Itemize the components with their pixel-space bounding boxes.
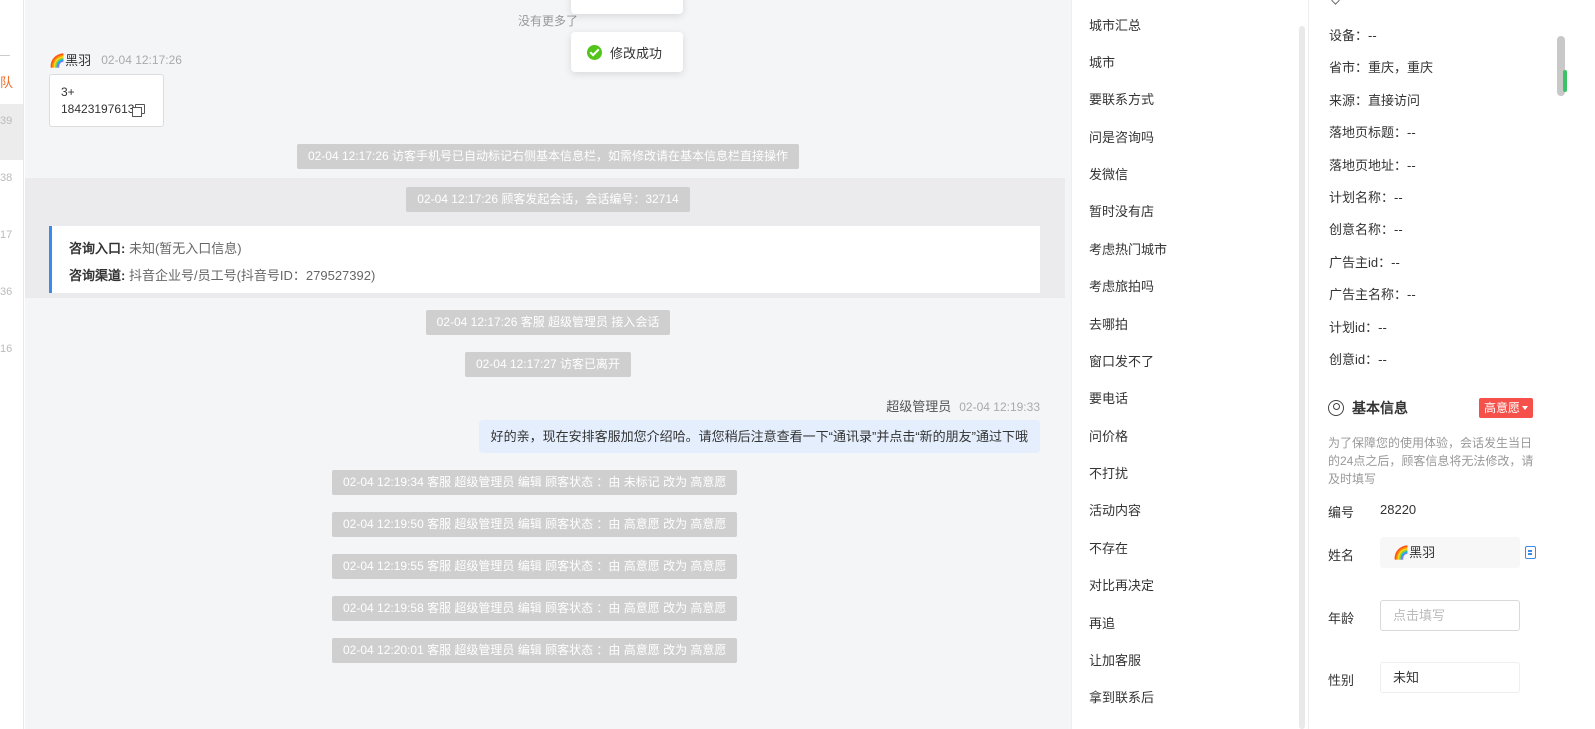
edit-icon[interactable] — [1525, 546, 1536, 559]
tag-list-scrollbar[interactable] — [1299, 26, 1305, 729]
info-landing-title: 落地页标题：-- — [1329, 125, 1416, 140]
quick-tag[interactable]: 城市汇总 — [1089, 15, 1141, 34]
system-message: 02-04 12:17:26 顾客发起会话，会话编号：32714 — [406, 187, 690, 212]
name-field[interactable]: 🌈黑羽 — [1380, 537, 1520, 568]
info-creative-name: 创意名称：-- — [1329, 222, 1403, 237]
system-message-row: 02-04 12:17:26 客服 超级管理员 接入会话 — [25, 310, 1071, 335]
visitor-message-header: 🌈黑羽 02-04 12:17:26 — [49, 50, 182, 69]
name-label: 姓名 — [1328, 548, 1355, 563]
edit-log-message: 02-04 12:19:55 客服 超级管理员 编辑 顾客状态 ：由 高意愿 改… — [332, 554, 738, 579]
age-label: 年龄 — [1328, 611, 1355, 626]
chat-panel: 没有更多了 🌈黑羽 02-04 12:17:26 3+ 18423197613 … — [25, 0, 1071, 729]
customer-info-panel: 设备：-- 省市：重庆，重庆 来源：直接访问 落地页标题：-- 落地页地址：--… — [1308, 0, 1556, 729]
intent-status-dropdown[interactable]: 高意愿 — [1479, 398, 1534, 418]
gender-select[interactable]: 未知 — [1380, 662, 1520, 693]
visitor-name: 🌈黑羽 — [49, 53, 92, 68]
list-item-count[interactable]: 39 — [0, 115, 12, 127]
system-message: 02-04 12:17:26 访客手机号已自动标记右侧基本信息栏，如需修改请在基… — [296, 144, 800, 169]
quick-tag[interactable]: 不打扰 — [1089, 463, 1128, 482]
gender-label: 性别 — [1328, 673, 1355, 688]
quick-tag[interactable]: 发微信 — [1089, 164, 1128, 183]
quick-tag[interactable]: 去哪拍 — [1089, 314, 1128, 333]
phone-number: 18423197613 — [61, 102, 135, 116]
divider — [0, 55, 10, 56]
quick-tag[interactable]: 窗口发不了 — [1089, 351, 1154, 370]
quick-tag[interactable]: 要电话 — [1089, 388, 1128, 407]
quick-tag[interactable]: 不存在 — [1089, 538, 1128, 557]
phone-prefix: 3+ — [61, 85, 75, 99]
visitor-phone-message: 3+ 18423197613 — [49, 74, 164, 127]
info-plan-id: 计划id：-- — [1329, 320, 1387, 335]
info-landing-url: 落地页地址：-- — [1329, 158, 1416, 173]
info-creative-id: 创意id：-- — [1329, 352, 1387, 367]
quick-tag[interactable]: 问价格 — [1089, 426, 1128, 445]
agent-message-header: 超级管理员 02-04 12:19:33 — [886, 396, 1040, 415]
user-icon — [1328, 400, 1344, 416]
info-device: 设备：-- — [1329, 28, 1377, 43]
info-plan-name: 计划名称：-- — [1329, 190, 1403, 205]
system-message: 02-04 12:17:26 客服 超级管理员 接入会话 — [425, 310, 671, 335]
quick-tag[interactable]: 考虑旅拍吗 — [1089, 276, 1154, 295]
edit-log-message: 02-04 12:19:34 客服 超级管理员 编辑 顾客状态 ：由 未标记 改… — [332, 470, 738, 495]
info-advertiser-name: 广告主名称：-- — [1329, 287, 1416, 302]
quick-tag[interactable]: 城市 — [1089, 52, 1115, 71]
message-time: 02-04 12:19:33 — [959, 400, 1040, 414]
list-item-count[interactable]: 38 — [0, 172, 12, 184]
age-input[interactable] — [1380, 600, 1520, 631]
message-time: 02-04 12:17:26 — [101, 52, 182, 67]
info-source: 来源：直接访问 — [1329, 93, 1421, 108]
active-conversation-row[interactable] — [0, 104, 23, 160]
success-toast: 修改成功 — [571, 32, 683, 72]
copy-icon[interactable] — [132, 104, 146, 117]
agent-message-bubble: 好的亲，现在安排客服加您介绍哈。请您稍后注意查看一下“通讯录”并点击“新的朋友”… — [478, 420, 1040, 453]
id-label: 编号 — [1328, 505, 1355, 520]
quick-tag[interactable]: 让加客服 — [1089, 650, 1141, 669]
info-advertiser-id: 广告主id：-- — [1329, 255, 1400, 270]
basic-info-title: 基本信息 — [1328, 398, 1408, 418]
edit-log-message: 02-04 12:19:58 客服 超级管理员 编辑 顾客状态 ：由 高意愿 改… — [332, 596, 738, 621]
left-conversation-list-strip: 队 39 38 17 36 16 — [0, 0, 24, 729]
quick-reply-tag-list: 城市汇总 城市 要联系方式 问是咨询吗 发微信 暂时没有店 考虑热门城市 考虑旅… — [1071, 0, 1307, 729]
system-message-row: 02-04 12:17:26 顾客发起会话，会话编号：32714 — [25, 187, 1071, 212]
quick-tag[interactable]: 问是咨询吗 — [1089, 127, 1154, 146]
page-scrollbar[interactable] — [1556, 0, 1595, 729]
consult-entry-card: 咨询入口: 未知(暂无入口信息) 咨询渠道: 抖音企业号/员工号(抖音号ID：2… — [49, 226, 1040, 293]
entry-label: 咨询入口: — [69, 241, 126, 256]
agent-name: 超级管理员 — [886, 399, 952, 414]
quick-tag[interactable]: 暂时没有店 — [1089, 201, 1154, 220]
previous-toast — [571, 0, 683, 14]
id-value: 28220 — [1380, 502, 1417, 517]
edit-log-message: 02-04 12:20:01 客服 超级管理员 编辑 顾客状态 ：由 高意愿 改… — [332, 638, 738, 663]
toast-message: 修改成功 — [610, 45, 663, 61]
edit-log-message: 02-04 12:19:50 客服 超级管理员 编辑 顾客状态 ：由 高意愿 改… — [332, 512, 738, 537]
quick-tag[interactable]: 要联系方式 — [1089, 89, 1154, 108]
info-region: 省市：重庆，重庆 — [1329, 60, 1434, 75]
list-item-count[interactable]: 16 — [0, 343, 12, 355]
list-item-count[interactable]: 36 — [0, 286, 12, 298]
quick-tag[interactable]: 活动内容 — [1089, 500, 1141, 519]
system-message-row: 02-04 12:17:26 访客手机号已自动标记右侧基本信息栏，如需修改请在基… — [25, 144, 1071, 169]
queue-tab[interactable]: 队 — [0, 72, 13, 91]
location-icon — [1329, 0, 1342, 5]
no-more-messages: 没有更多了 — [517, 14, 578, 28]
success-check-icon — [587, 44, 602, 60]
scroll-indicator — [1563, 70, 1567, 92]
system-message-row: 02-04 12:17:27 访客已离开 — [25, 352, 1071, 377]
channel-label: 咨询渠道: — [69, 268, 126, 283]
entry-value: 未知(暂无入口信息) — [128, 241, 242, 256]
quick-tag[interactable]: 对比再决定 — [1089, 575, 1154, 594]
list-item-count[interactable]: 17 — [0, 229, 12, 241]
intent-status-label: 高意愿 — [1484, 401, 1521, 415]
channel-value: 抖音企业号/员工号(抖音号ID：279527392) — [128, 268, 376, 283]
quick-tag[interactable]: 考虑热门城市 — [1089, 239, 1167, 258]
edit-deadline-notice: 为了保障您的使用体验，会话发生当日的24点之后，顾客信息将无法修改，请及时填写 — [1328, 436, 1534, 486]
caret-down-icon — [1522, 406, 1529, 410]
quick-tag[interactable]: 拿到联系后 — [1089, 687, 1154, 706]
system-message: 02-04 12:17:27 访客已离开 — [464, 352, 632, 377]
quick-tag[interactable]: 再追 — [1089, 613, 1115, 632]
